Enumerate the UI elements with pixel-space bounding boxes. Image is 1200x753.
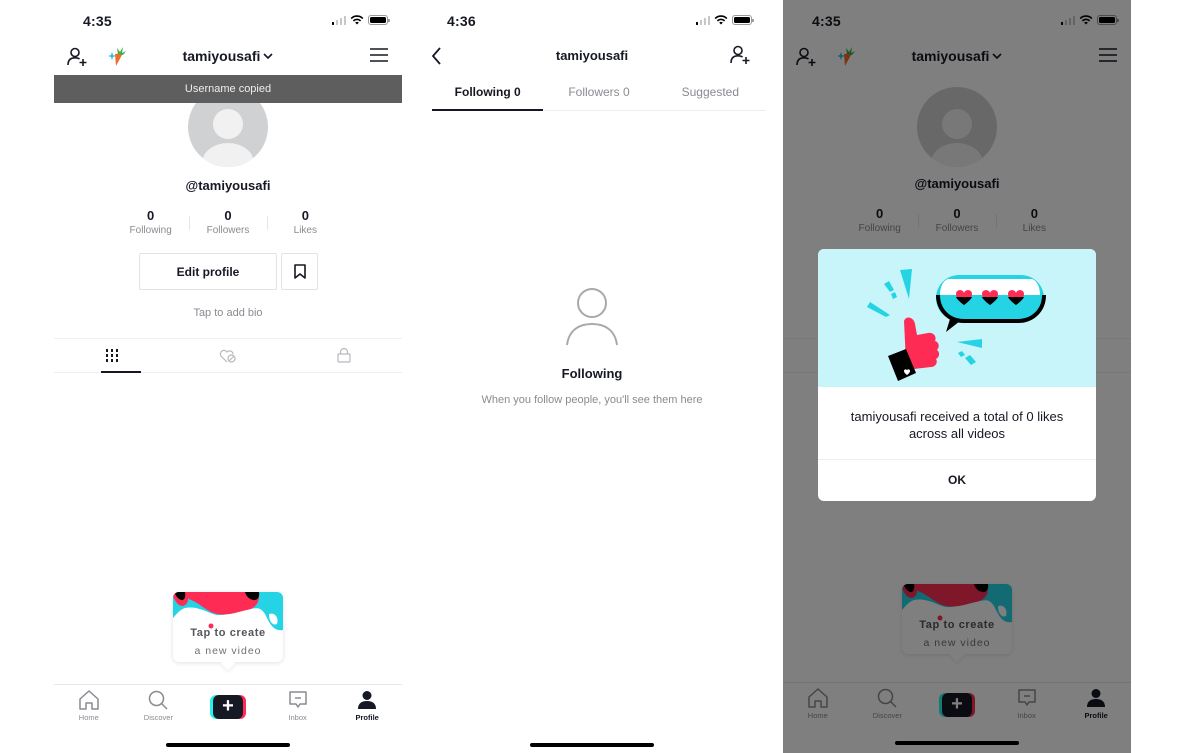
burst-line-icon	[957, 339, 982, 348]
battery-icon	[732, 15, 754, 25]
tab-profile[interactable]: Profile	[332, 685, 402, 729]
burst-line-icon	[965, 355, 976, 365]
profile-top-nav: tamiyousafi	[54, 40, 402, 74]
profile-stats: 0Following 0Followers 0Likes	[112, 208, 344, 238]
bookmark-icon	[293, 264, 306, 279]
cellular-signal-icon	[695, 15, 710, 25]
likes-modal-screen: 4:35 tamiyousafi @tamiyousafi 0Following…	[783, 0, 1131, 753]
dialog-message: tamiyousafi received a total of 0 likes …	[818, 387, 1096, 460]
tab-videos[interactable]	[54, 339, 170, 373]
profile-handle[interactable]: @tamiyousafi	[54, 178, 402, 193]
likes-illustration	[818, 249, 1096, 387]
chevron-down-icon	[263, 53, 273, 59]
thumbs-up-hearts-illustration	[867, 269, 1046, 381]
liked-hidden-icon	[219, 349, 236, 363]
status-time: 4:36	[447, 13, 476, 29]
person-outline-icon	[566, 288, 618, 346]
home-indicator[interactable]	[530, 743, 654, 747]
search-icon	[149, 690, 168, 710]
tab-suggested[interactable]: Suggested	[655, 80, 766, 110]
create-plus-icon: +	[209, 695, 246, 719]
ok-button[interactable]: OK	[818, 460, 1096, 500]
burst-line-icon	[884, 281, 894, 292]
wifi-icon	[714, 15, 728, 25]
lock-icon	[337, 348, 351, 363]
battery-icon	[368, 15, 390, 25]
create-video-tooltip[interactable]: Tap to create a new video	[173, 592, 283, 671]
burst-line-icon	[958, 351, 965, 357]
inbox-icon	[288, 691, 307, 708]
status-time: 4:35	[83, 13, 112, 29]
empty-state-subtitle: When you follow people, you'll see them …	[481, 394, 703, 406]
home-icon	[79, 690, 99, 710]
empty-state-title: Following	[561, 366, 623, 381]
total-likes-dialog: tamiyousafi received a total of 0 likes …	[818, 249, 1096, 501]
cellular-signal-icon	[331, 15, 346, 25]
profile-icon	[358, 691, 377, 709]
bottom-tab-bar: Home Discover + Inbox Profile	[54, 684, 402, 729]
tab-inbox[interactable]: Inbox	[263, 685, 333, 729]
tab-home[interactable]: Home	[54, 685, 124, 729]
wifi-icon	[350, 15, 364, 25]
burst-line-icon	[891, 292, 897, 299]
tab-liked[interactable]	[170, 339, 286, 372]
following-list-screen: 4:36 tamiyousafi Following 0 Followers 0…	[418, 0, 766, 753]
tab-followers[interactable]: Followers 0	[543, 80, 654, 110]
tab-following[interactable]: Following 0	[432, 80, 544, 111]
menu-icon[interactable]	[370, 48, 388, 62]
videos-grid-icon	[106, 349, 118, 362]
add-bio-link[interactable]: Tap to add bio	[54, 307, 402, 319]
tab-discover[interactable]: Discover	[124, 685, 194, 729]
status-bar: 4:35	[54, 0, 402, 40]
burst-line-icon	[900, 269, 912, 299]
username-switcher[interactable]: tamiyousafi	[54, 48, 402, 64]
stat-following[interactable]: 0Following	[112, 208, 189, 238]
stat-followers[interactable]: 0Followers	[189, 208, 266, 238]
status-bar: 4:36	[418, 0, 766, 40]
edit-profile-button[interactable]: Edit profile	[139, 253, 277, 290]
favorites-button[interactable]	[281, 253, 318, 290]
tab-private[interactable]	[286, 339, 402, 372]
profile-screen: 4:35 tamiyousafi Username copied @tamiyo…	[54, 0, 402, 753]
home-indicator[interactable]	[166, 743, 290, 747]
create-video-button[interactable]: +	[193, 685, 263, 729]
burst-line-icon	[867, 302, 890, 317]
add-friend-icon[interactable]	[730, 45, 752, 65]
username-copied-toast: Username copied	[54, 75, 402, 103]
profile-content-tabs	[54, 338, 402, 373]
page-title: tamiyousafi	[555, 48, 629, 63]
follow-tabs: Following 0 Followers 0 Suggested	[432, 80, 766, 111]
following-top-nav: tamiyousafi	[418, 40, 766, 74]
stat-likes[interactable]: 0Likes	[266, 208, 344, 238]
